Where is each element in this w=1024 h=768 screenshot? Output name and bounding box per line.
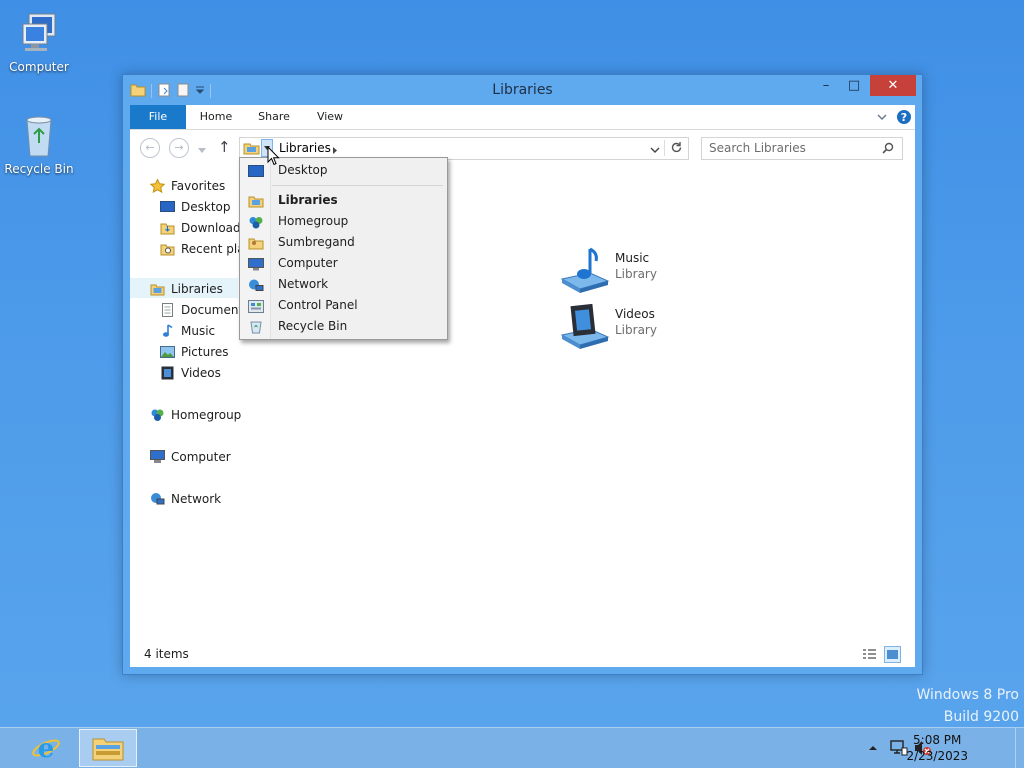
address-divider [664, 140, 665, 156]
tab-home[interactable]: Home [196, 105, 236, 129]
computer-icon [15, 10, 63, 58]
menu-separator [272, 185, 443, 186]
user-folder-icon [248, 236, 264, 250]
taskbar: e 5:08 PM 2/23/2023 [0, 727, 1024, 768]
tab-view[interactable]: View [310, 105, 350, 129]
menu-item-network[interactable]: Network [240, 274, 447, 295]
desktop-icon-label: Recycle Bin [4, 162, 74, 176]
large-icons-view-icon[interactable] [884, 646, 901, 663]
desktop-icon-computer[interactable]: Computer [4, 10, 74, 74]
breadcrumb-libraries[interactable]: Libraries [279, 141, 331, 155]
clock-date: 2/23/2023 [906, 749, 968, 763]
taskbar-internet-explorer[interactable]: e [24, 729, 70, 767]
system-clock[interactable]: 5:08 PM 2/23/2023 [906, 732, 968, 764]
file-explorer-icon [92, 735, 124, 764]
menu-item-computer[interactable]: Computer [240, 253, 447, 274]
pictures-icon [160, 345, 175, 359]
svg-text:?: ? [901, 111, 907, 124]
libraries-icon [243, 141, 260, 158]
clock-time: 5:08 PM [913, 733, 962, 747]
show-desktop-button[interactable] [1015, 728, 1024, 768]
homegroup-icon [248, 215, 264, 229]
control-panel-icon [248, 299, 264, 313]
music-library-icon [560, 245, 610, 295]
status-bar: 4 items [130, 643, 915, 667]
item-count: 4 items [144, 647, 189, 661]
close-button[interactable]: ✕ [870, 75, 916, 96]
desktop-icon [160, 200, 175, 214]
menu-item-libraries[interactable]: Libraries [240, 190, 447, 211]
library-type: Library [615, 267, 657, 281]
window-title: Libraries [492, 82, 553, 98]
library-name: Videos [615, 307, 655, 321]
computer-icon [150, 450, 165, 464]
downloads-icon [160, 221, 175, 235]
internet-explorer-icon: e [30, 733, 62, 766]
menu-item-recycle-bin[interactable]: Recycle Bin [240, 316, 447, 337]
library-item-videos[interactable]: Videos Library [560, 301, 710, 351]
desktop-icon-recycle-bin[interactable]: Recycle Bin [4, 112, 74, 176]
library-name: Music [615, 251, 650, 265]
network-icon [248, 278, 264, 291]
back-button[interactable]: ← [140, 138, 160, 158]
title-bar[interactable]: Libraries – □ ✕ [123, 75, 922, 105]
search-box[interactable]: Search Libraries [701, 137, 903, 160]
libraries-icon [150, 282, 165, 296]
minimize-button[interactable]: – [813, 75, 839, 96]
forward-button[interactable]: → [169, 138, 189, 158]
watermark-edition: Windows 8 Pro [916, 687, 1019, 703]
recent-places-icon [160, 242, 175, 256]
breadcrumb-chevron-icon[interactable] [332, 144, 338, 158]
homegroup-icon [150, 408, 165, 422]
network-status-icon[interactable] [890, 740, 908, 756]
music-icon [160, 324, 175, 338]
search-placeholder: Search Libraries [709, 141, 806, 155]
desktop-icon [248, 164, 264, 177]
recycle-bin-icon [248, 320, 264, 334]
menu-item-sumbregand[interactable]: Sumbregand [240, 232, 447, 253]
library-item-music[interactable]: Music Library [560, 245, 710, 295]
star-icon [149, 178, 166, 194]
computer-icon [248, 257, 264, 271]
show-hidden-icons-icon[interactable] [868, 740, 878, 756]
maximize-button[interactable]: □ [841, 75, 867, 96]
up-button[interactable]: ↑ [218, 138, 231, 156]
tab-file[interactable]: File [130, 105, 186, 129]
libraries-icon [248, 194, 264, 208]
videos-library-icon [560, 301, 610, 351]
desktop-icon-label: Computer [9, 60, 69, 74]
refresh-icon[interactable] [670, 141, 683, 157]
mouse-cursor-icon [267, 145, 280, 169]
library-type: Library [615, 323, 657, 337]
details-view-icon[interactable] [862, 648, 877, 664]
address-dropdown-menu: Desktop Libraries Homegroup Sumbregand C… [239, 157, 448, 340]
expand-ribbon-chevron-icon[interactable] [876, 111, 888, 125]
ribbon-tab-bar: File Home Share View ? [130, 105, 915, 130]
os-watermark: Windows 8 Pro Build 9200 [916, 684, 1019, 728]
svg-text:e: e [38, 734, 55, 763]
menu-item-control-panel[interactable]: Control Panel [240, 295, 447, 316]
address-history-chevron-icon[interactable] [650, 144, 660, 158]
watermark-build: Build 9200 [943, 709, 1019, 725]
recycle-bin-icon [15, 112, 63, 160]
tab-share[interactable]: Share [252, 105, 296, 129]
network-icon [150, 492, 165, 506]
menu-item-homegroup[interactable]: Homegroup [240, 211, 447, 232]
taskbar-file-explorer[interactable] [79, 729, 137, 767]
videos-icon [160, 366, 175, 380]
help-icon[interactable]: ? [896, 109, 912, 128]
documents-icon [160, 303, 175, 317]
recent-locations-chevron-icon[interactable] [198, 143, 206, 157]
search-icon[interactable] [882, 142, 894, 157]
